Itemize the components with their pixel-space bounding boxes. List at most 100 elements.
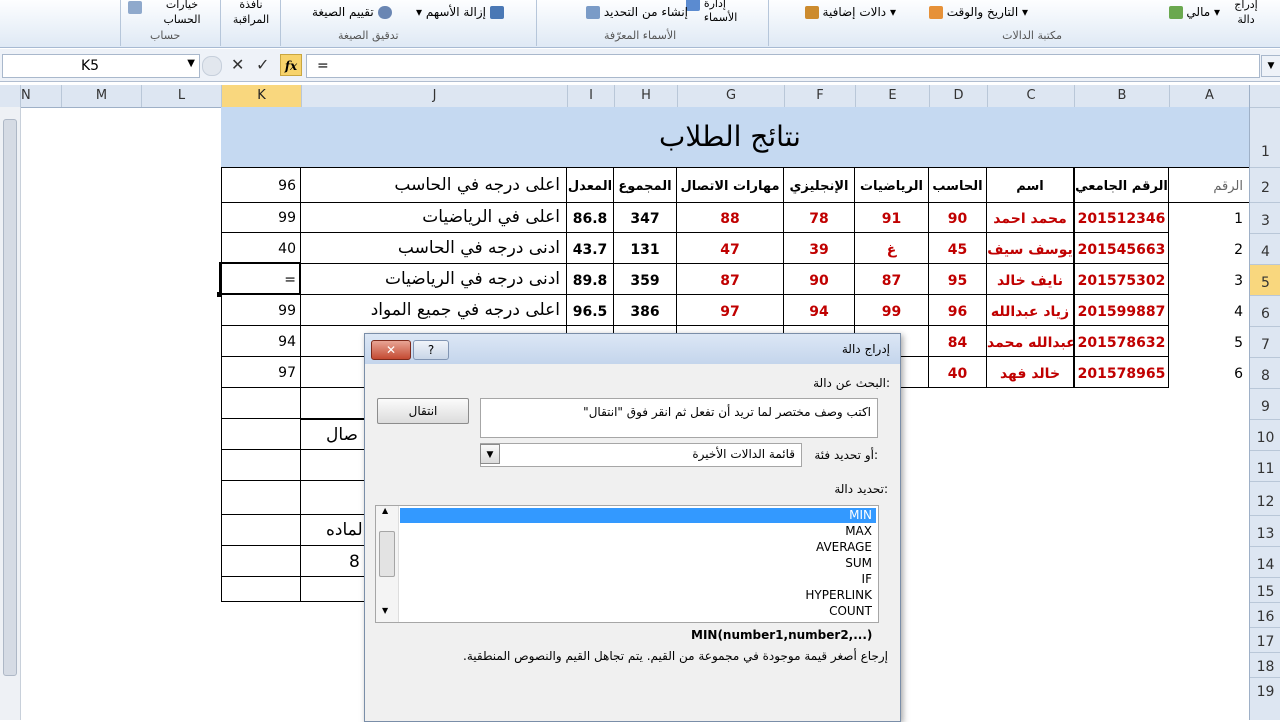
- header-english[interactable]: الإنجليزي: [784, 168, 855, 203]
- comm-cell-row-5[interactable]: 87: [677, 264, 784, 295]
- col-header-I[interactable]: I: [567, 85, 614, 107]
- total-cell-row-6[interactable]: 386: [614, 295, 677, 326]
- row-header-8[interactable]: 8: [1250, 357, 1280, 388]
- scroll-thumb[interactable]: [3, 119, 17, 676]
- stat-label-row-4[interactable]: ادنى درجه في الحاسب: [301, 233, 567, 264]
- function-list-item[interactable]: AVERAGE: [805, 539, 872, 555]
- header-average[interactable]: المعدل: [567, 168, 614, 203]
- k15-cell[interactable]: [221, 577, 301, 602]
- row-no-cell-row-5[interactable]: 3: [1169, 264, 1249, 295]
- row-no-cell-row-4[interactable]: 2: [1169, 233, 1249, 264]
- collapse-handle-icon[interactable]: [202, 56, 222, 76]
- eng-cell-row-6[interactable]: 94: [784, 295, 855, 326]
- row-header-9[interactable]: 9: [1250, 388, 1280, 419]
- row-header-17[interactable]: 17: [1250, 627, 1280, 652]
- row-header-18[interactable]: 18: [1250, 652, 1280, 677]
- evaluate-formula-button[interactable]: تقييم الصيغة: [312, 5, 392, 19]
- row-header-19[interactable]: 19: [1250, 677, 1280, 702]
- header-computer[interactable]: الحاسب: [929, 168, 987, 203]
- function-search-input[interactable]: اكتب وصف مختصر لما تريد أن تفعل ثم انقر …: [480, 398, 878, 438]
- stat-value-row-4[interactable]: 40: [221, 233, 301, 264]
- total-cell-row-4[interactable]: 131: [614, 233, 677, 264]
- scroll-down-icon[interactable]: ▼: [382, 606, 388, 615]
- avg-cell-row-6[interactable]: 96.5: [567, 295, 614, 326]
- comm-cell-row-3[interactable]: 88: [677, 202, 784, 233]
- comp-cell-row-6[interactable]: 96: [929, 295, 987, 326]
- header-university-id[interactable]: الرقم الجامعي: [1074, 168, 1169, 203]
- id-cell-row-4[interactable]: 201545663: [1074, 233, 1169, 264]
- col-header-H[interactable]: H: [614, 85, 677, 107]
- header-comm-skills[interactable]: مهارات الاتصال: [677, 168, 784, 203]
- comp-cell-row-3[interactable]: 90: [929, 202, 987, 233]
- k10-cell[interactable]: [221, 419, 301, 450]
- formula-input[interactable]: = ▼: [306, 54, 1280, 78]
- col-header-F[interactable]: F: [784, 85, 855, 107]
- col-header-L[interactable]: L: [141, 85, 221, 107]
- function-list-item[interactable]: IF: [805, 571, 872, 587]
- function-list[interactable]: ▲ ▼ MIN MAX AVERAGE SUM IF HYPERLINK COUNT: [375, 505, 879, 623]
- avg-cell-row-4[interactable]: 43.7: [567, 233, 614, 264]
- eng-cell-row-3[interactable]: 78: [784, 202, 855, 233]
- vertical-scrollbar[interactable]: [0, 107, 21, 720]
- row-header-2[interactable]: 2: [1250, 167, 1280, 202]
- function-list-item[interactable]: COUNT: [805, 603, 872, 619]
- stat-label-row-6[interactable]: اعلى درجه في جميع المواد: [301, 295, 567, 326]
- name-box[interactable]: K5 ▼: [2, 54, 200, 78]
- math-cell-row-6[interactable]: 99: [855, 295, 929, 326]
- stat-label-row-5[interactable]: ادنى درجه في الرياضيات: [301, 264, 567, 295]
- col-header-G[interactable]: G: [677, 85, 784, 107]
- select-all-corner[interactable]: [1249, 85, 1280, 108]
- name-cell-row-8[interactable]: خالد فهد: [987, 357, 1074, 388]
- k9-cell[interactable]: [221, 388, 301, 419]
- col-header-A[interactable]: A: [1169, 85, 1249, 107]
- row-no-cell-row-7[interactable]: 5: [1169, 326, 1249, 357]
- name-cell-row-7[interactable]: عبدالله محمد: [987, 326, 1074, 357]
- row-header-10[interactable]: 10: [1250, 419, 1280, 450]
- dialog-close-button[interactable]: ✕: [371, 340, 411, 360]
- function-list-item[interactable]: MIN: [805, 507, 872, 523]
- scroll-up-icon[interactable]: ▲: [382, 506, 388, 515]
- math-cell-row-3[interactable]: 91: [855, 202, 929, 233]
- calc-options-button[interactable]: خيارات الحساب: [150, 0, 214, 27]
- math-cell-row-5[interactable]: 87: [855, 264, 929, 295]
- stat-label-row-3[interactable]: اعلى في الرياضيات: [301, 202, 567, 233]
- insert-function-fx-button[interactable]: fx: [280, 54, 302, 76]
- row-header-1[interactable]: 1: [1250, 107, 1280, 167]
- row-header-13[interactable]: 13: [1250, 515, 1280, 546]
- row-header-16[interactable]: 16: [1250, 602, 1280, 627]
- col-header-C[interactable]: C: [987, 85, 1074, 107]
- name-box-dropdown-icon[interactable]: ▼: [187, 58, 195, 69]
- expand-formula-icon[interactable]: ▼: [1261, 55, 1280, 77]
- function-list-item[interactable]: MAX: [805, 523, 872, 539]
- enter-formula-button[interactable]: ✓: [256, 55, 269, 74]
- eng-cell-row-4[interactable]: 39: [784, 233, 855, 264]
- stat-value-row-7[interactable]: 94: [221, 326, 301, 357]
- function-list-scrollbar[interactable]: ▲ ▼: [376, 506, 399, 622]
- name-cell-row-6[interactable]: زياد عبدالله: [987, 295, 1074, 326]
- row-header-4[interactable]: 4: [1250, 233, 1280, 264]
- total-cell-row-3[interactable]: 347: [614, 202, 677, 233]
- row-header-7[interactable]: 7: [1250, 326, 1280, 357]
- stat-value-row-2[interactable]: 96: [221, 168, 301, 203]
- col-header-J[interactable]: J: [301, 85, 567, 107]
- eng-cell-row-5[interactable]: 90: [784, 264, 855, 295]
- row-header-6[interactable]: 6: [1250, 295, 1280, 326]
- create-from-selection-button[interactable]: إنشاء من التحديد: [586, 5, 688, 19]
- insert-function-button[interactable]: إدراج دالة: [1226, 0, 1266, 27]
- stat-label-row-2[interactable]: اعلى درجه في الحاسب: [301, 168, 567, 203]
- header-row-no[interactable]: الرقم: [1169, 168, 1249, 203]
- k13-cell[interactable]: [221, 515, 301, 546]
- avg-cell-row-5[interactable]: 89.8: [567, 264, 614, 295]
- row-header-14[interactable]: 14: [1250, 546, 1280, 577]
- col-header-M[interactable]: M: [61, 85, 141, 107]
- comm-cell-row-4[interactable]: 47: [677, 233, 784, 264]
- date-time-button[interactable]: التاريخ والوقت ▾: [928, 5, 1028, 19]
- id-cell-row-6[interactable]: 201599887: [1074, 295, 1169, 326]
- col-header-N[interactable]: N: [20, 85, 61, 107]
- math-cell-row-4[interactable]: غ: [855, 233, 929, 264]
- header-math[interactable]: الرياضيات: [855, 168, 929, 203]
- name-cell-row-3[interactable]: محمد احمد: [987, 202, 1074, 233]
- k12-cell[interactable]: [221, 481, 301, 515]
- comp-cell-row-8[interactable]: 40: [929, 357, 987, 388]
- stat-value-row-3[interactable]: 99: [221, 202, 301, 233]
